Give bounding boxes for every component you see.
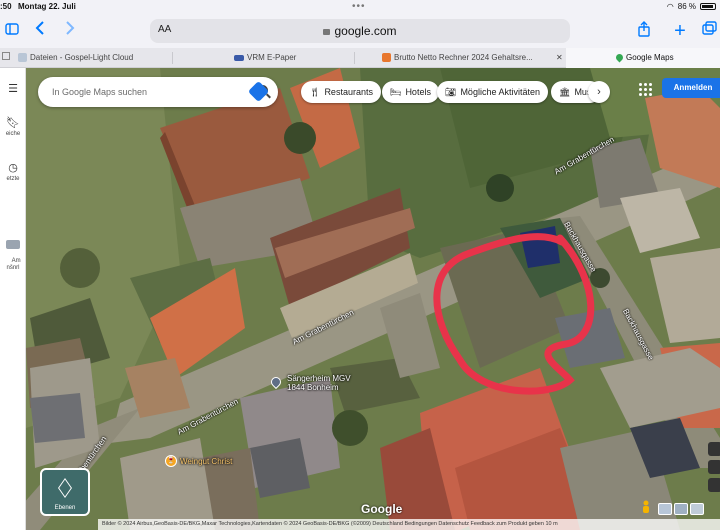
- share-icon[interactable]: [634, 21, 654, 41]
- status-bar: :50 Montag 22. Juli ••• ◠ 86 %: [0, 0, 720, 14]
- bed-icon: 🛏︎: [390, 87, 402, 97]
- google-apps-icon[interactable]: [637, 81, 652, 96]
- search-input[interactable]: [52, 84, 222, 100]
- satellite-map[interactable]: Am Grabentürchen Am Grabentürchen Am Gra…: [0, 68, 720, 530]
- saved-button[interactable]: 🔖︎ eiche: [0, 116, 26, 137]
- sidebar-label: etzte: [6, 176, 20, 182]
- zoom-out-button[interactable]: [708, 478, 720, 492]
- museum-icon: 🏛︎: [559, 87, 571, 97]
- forward-icon[interactable]: [60, 21, 80, 41]
- tab-overview-icon[interactable]: [700, 21, 720, 41]
- chip-hotels[interactable]: 🛏︎ Hotels: [382, 81, 439, 103]
- tab-label: Dateien - Gospel-Light Cloud: [30, 53, 134, 62]
- tab-label: VRM E-Paper: [247, 53, 297, 62]
- sidebar-label: eiche: [5, 131, 21, 137]
- calculator-icon: [382, 53, 391, 63]
- chip-label: Hotels: [405, 87, 431, 97]
- tab-close-icon[interactable]: ✕: [556, 48, 566, 68]
- imagery-thumb-icon[interactable]: [674, 503, 688, 515]
- tab-dateien[interactable]: Dateien - Gospel-Light Cloud: [18, 48, 168, 68]
- pegman-icon[interactable]: [640, 500, 652, 516]
- maps-search-box: [38, 77, 278, 107]
- menu-icon: ☰: [8, 83, 18, 95]
- tab-label: Brutto Netto Rechner 2024 Gehaltsre...: [394, 53, 533, 62]
- tab-google-maps[interactable]: Google Maps: [566, 48, 720, 68]
- imagery-thumb-icon[interactable]: [658, 503, 672, 515]
- chip-activities[interactable]: 📷︎ Mögliche Aktivitäten: [437, 81, 548, 103]
- tab-vrm[interactable]: VRM E-Paper: [234, 48, 344, 68]
- back-icon[interactable]: [30, 21, 50, 41]
- tab-label: Google Maps: [626, 53, 674, 62]
- signin-button[interactable]: Anmelden: [662, 78, 720, 98]
- cloud-icon: [18, 53, 27, 63]
- address-bar[interactable]: AA google.com: [150, 19, 570, 43]
- layers-icon: [58, 478, 72, 498]
- place-label-saengerheim[interactable]: Sängerheim MGV 1844 Bonheim: [287, 374, 351, 392]
- fork-knife-icon: 🍴︎: [309, 87, 321, 97]
- wifi-icon: ◠: [666, 2, 674, 11]
- maps-side-panel: ☰ 🔖︎ eiche ◷ etzte Am nšnrl: [0, 68, 26, 530]
- camera-icon: 📷︎: [445, 87, 457, 97]
- lock-icon: [323, 29, 331, 35]
- chevron-right-icon[interactable]: ›: [588, 81, 610, 103]
- vrm-icon: [234, 54, 244, 61]
- imagery-thumb-icon[interactable]: [690, 503, 704, 515]
- multitasking-dots-icon[interactable]: •••: [352, 1, 366, 12]
- url-text[interactable]: google.com: [334, 24, 396, 38]
- recents-button[interactable]: ◷ etzte: [0, 161, 26, 182]
- status-date: Montag 22. Juli: [18, 2, 76, 11]
- sidebar-toggle-icon[interactable]: [2, 21, 22, 41]
- battery-icon: [700, 3, 716, 10]
- history-icon: ◷: [8, 162, 18, 174]
- layers-label: Ebenen: [54, 505, 76, 511]
- wine-pin-icon[interactable]: 🍷: [165, 455, 177, 467]
- tab-brutto-netto[interactable]: Brutto Netto Rechner 2024 Gehaltsre...: [382, 48, 552, 68]
- chip-restaurants[interactable]: 🍴︎ Restaurants: [301, 81, 381, 103]
- map-attribution: Bilder © 2024 Airbus,GeoBasis-DE/BKG,Max…: [98, 519, 720, 530]
- sidebar-label: Am nšnrl: [6, 258, 21, 271]
- maps-pin-icon: [614, 52, 625, 63]
- layers-button[interactable]: Ebenen: [40, 468, 90, 516]
- google-logo: Google: [361, 502, 403, 516]
- chip-label: Mögliche Aktivitäten: [460, 87, 540, 97]
- browser-toolbar: AA google.com +: [0, 14, 720, 48]
- menu-button[interactable]: ☰: [0, 82, 26, 97]
- tab-close-partial[interactable]: [0, 48, 12, 68]
- status-time: :50: [0, 2, 12, 11]
- zoom-in-button[interactable]: [708, 460, 720, 474]
- bookmark-icon: 🔖︎: [6, 117, 20, 129]
- compass-icon[interactable]: [708, 442, 720, 456]
- recent-place-button[interactable]: Am nšnrl: [0, 226, 26, 279]
- place-label-weingut[interactable]: Weingut Christ: [180, 457, 232, 466]
- chip-label: Restaurants: [324, 87, 373, 97]
- thumbnail-icon: [6, 240, 20, 249]
- tab-strip: Dateien - Gospel-Light Cloud VRM E-Paper…: [0, 48, 720, 68]
- new-tab-icon[interactable]: +: [670, 21, 690, 41]
- battery-percent: 86 %: [677, 2, 696, 11]
